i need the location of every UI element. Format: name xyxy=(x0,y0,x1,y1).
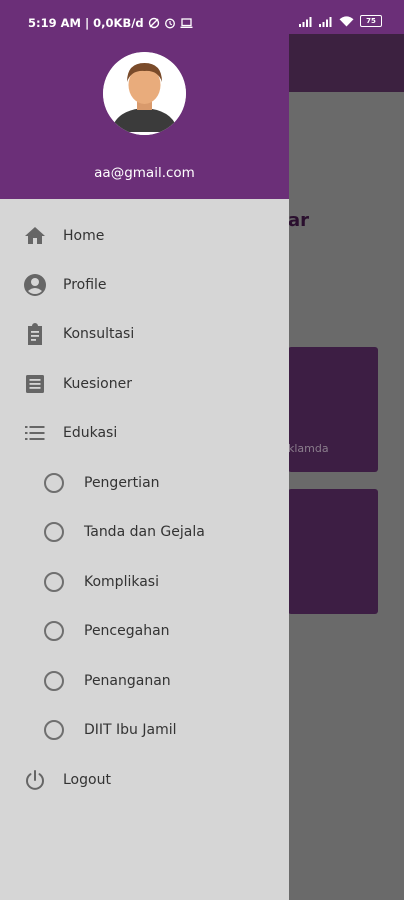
background-card[interactable]: klamda xyxy=(288,347,378,472)
status-right: 75 xyxy=(299,15,382,27)
submenu-item-pencegahan[interactable]: Pencegahan xyxy=(0,609,289,653)
submenu-item-diit-ibu-jamil[interactable]: DIIT Ibu Jamil xyxy=(0,708,289,752)
submenu-item-pengertian[interactable]: Pengertian xyxy=(0,461,289,505)
user-avatar-icon xyxy=(103,52,186,135)
menu-item-edukasi[interactable]: Edukasi xyxy=(0,411,289,455)
navigation-drawer: aa@gmail.com Home Profile Konsultasi Kue… xyxy=(0,0,289,900)
list-box-icon xyxy=(23,372,47,396)
menu-item-label: Edukasi xyxy=(63,425,118,441)
submenu-item-label: Penanganan xyxy=(84,673,171,689)
radio-circle-icon xyxy=(44,671,68,695)
menu-item-kuesioner[interactable]: Kuesioner xyxy=(0,362,289,406)
signal-icon xyxy=(299,16,313,27)
radio-circle-icon xyxy=(44,720,68,744)
submenu-item-label: Pengertian xyxy=(84,475,160,491)
submenu-item-label: Pencegahan xyxy=(84,623,170,639)
laptop-icon xyxy=(180,17,193,29)
status-bar: 5:19 AM | 0,0KB/d 75 xyxy=(0,0,404,34)
battery-icon: 75 xyxy=(360,15,382,27)
submenu-item-label: DIIT Ibu Jamil xyxy=(84,722,177,738)
clipboard-icon xyxy=(23,322,47,346)
radio-circle-icon xyxy=(44,572,68,596)
submenu-item-penanganan[interactable]: Penanganan xyxy=(0,659,289,703)
signal-icon xyxy=(319,16,333,27)
alarm-icon xyxy=(164,17,176,29)
status-left: 5:19 AM | 0,0KB/d xyxy=(28,16,193,30)
status-time-info: 5:19 AM | 0,0KB/d xyxy=(28,16,144,30)
background-card[interactable] xyxy=(288,489,378,614)
menu-item-home[interactable]: Home xyxy=(0,214,289,258)
avatar[interactable] xyxy=(103,52,186,135)
radio-circle-icon xyxy=(44,621,68,645)
data-saver-icon xyxy=(148,17,160,29)
submenu-item-komplikasi[interactable]: Komplikasi xyxy=(0,560,289,604)
radio-circle-icon xyxy=(44,473,68,497)
menu-item-logout[interactable]: Logout xyxy=(0,758,289,802)
menu-item-label: Kuesioner xyxy=(63,376,132,392)
menu-item-label: Logout xyxy=(63,772,111,788)
submenu-item-label: Komplikasi xyxy=(84,574,159,590)
radio-circle-icon xyxy=(44,522,68,546)
account-circle-icon xyxy=(23,273,47,297)
submenu-item-label: Tanda dan Gejala xyxy=(84,524,205,540)
background-card-text: klamda xyxy=(288,442,329,455)
wifi-icon xyxy=(339,15,354,27)
submenu-item-tanda-dan-gejala[interactable]: Tanda dan Gejala xyxy=(0,510,289,554)
user-email: aa@gmail.com xyxy=(94,165,195,181)
menu-item-label: Home xyxy=(63,228,105,244)
menu-item-konsultasi[interactable]: Konsultasi xyxy=(0,312,289,356)
background-title: ar xyxy=(288,210,310,231)
power-icon xyxy=(23,768,47,792)
home-icon xyxy=(23,224,47,248)
list-icon xyxy=(23,421,47,445)
menu-item-profile[interactable]: Profile xyxy=(0,263,289,307)
menu-item-label: Konsultasi xyxy=(63,326,135,342)
menu-item-label: Profile xyxy=(63,277,107,293)
